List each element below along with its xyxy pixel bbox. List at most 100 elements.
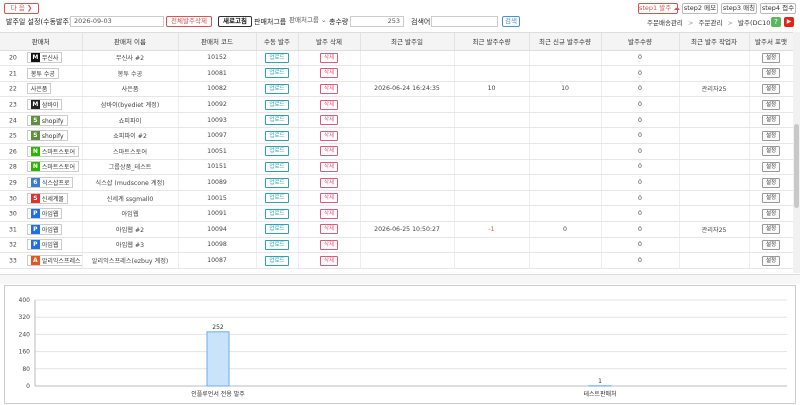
settings-button[interactable]: 설정 bbox=[762, 53, 780, 63]
seller-logo-text: 무신사 bbox=[42, 55, 59, 62]
settings-button[interactable]: 설정 bbox=[762, 256, 780, 266]
seller-logo-text: 아임웹 bbox=[42, 242, 59, 249]
settings-button[interactable]: 설정 bbox=[762, 209, 780, 219]
delete-button[interactable]: 삭제 bbox=[320, 162, 338, 172]
upload-button[interactable]: 업로드 bbox=[265, 240, 288, 250]
delete-button[interactable]: 삭제 bbox=[320, 100, 338, 110]
recent-order-worker bbox=[679, 159, 749, 175]
search-button[interactable]: 검색 bbox=[502, 16, 520, 27]
order-delete-cell: 삭제 bbox=[298, 144, 360, 160]
bar bbox=[207, 332, 229, 386]
table-row: 33A알리익스프레스알리익스프레스(ezbuy 계정)10087업로드삭제0설정 bbox=[0, 253, 793, 269]
step2-memo-button[interactable]: step2 메모 bbox=[682, 3, 718, 14]
order-delete-cell: 삭제 bbox=[298, 50, 360, 66]
breadcrumb-item-order-manage[interactable]: 주문관리 bbox=[699, 19, 723, 27]
seller-name: 아임웹 #2 bbox=[82, 222, 178, 238]
delete-button[interactable]: 삭제 bbox=[320, 256, 338, 266]
table-row: 32P아임웹아임웹 #310098업로드삭제0설정 bbox=[0, 237, 793, 253]
seller-code: 10087 bbox=[178, 253, 256, 269]
seller-logo-text: 스마트스토어 bbox=[42, 149, 75, 156]
table-scrollbar[interactable] bbox=[793, 32, 800, 273]
settings-button[interactable]: 설정 bbox=[762, 224, 780, 234]
manual-order-cell: 업로드 bbox=[256, 159, 298, 175]
order-format-cell: 설정 bbox=[749, 237, 793, 253]
upload-button[interactable]: 업로드 bbox=[265, 256, 288, 266]
upload-button[interactable]: 업로드 bbox=[265, 193, 288, 203]
delete-button[interactable]: 삭제 bbox=[320, 131, 338, 141]
upload-button[interactable]: 업로드 bbox=[265, 115, 288, 125]
search-input[interactable] bbox=[431, 16, 498, 27]
settings-button[interactable]: 설정 bbox=[762, 178, 780, 188]
seller-logo-text: shopify bbox=[42, 133, 64, 140]
upload-button[interactable]: 업로드 bbox=[265, 146, 288, 156]
upload-button[interactable]: 업로드 bbox=[265, 68, 288, 78]
upload-button[interactable]: 업로드 bbox=[265, 53, 288, 63]
seller-cell: 26N스마트스토어 bbox=[0, 144, 82, 160]
step4-receive-button[interactable]: step4 접수 bbox=[760, 3, 796, 14]
delete-all-orders-button[interactable]: 전체발주삭제 bbox=[166, 16, 212, 27]
upload-button[interactable]: 업로드 bbox=[265, 224, 288, 234]
order-qty: 0 bbox=[601, 128, 679, 144]
upload-button[interactable]: 업로드 bbox=[265, 178, 288, 188]
settings-button[interactable]: 설정 bbox=[762, 162, 780, 172]
help-icon[interactable]: ? bbox=[771, 17, 781, 27]
order-delete-cell: 삭제 bbox=[298, 237, 360, 253]
total-qty-label: 총수량 bbox=[329, 17, 348, 27]
recent-order-qty bbox=[454, 112, 529, 128]
seller-name: 쇼피파이 #2 bbox=[82, 128, 178, 144]
step3-matching-button[interactable]: step3 매칭 bbox=[721, 3, 757, 14]
upload-button[interactable]: 업로드 bbox=[265, 209, 288, 219]
delete-button[interactable]: 삭제 bbox=[320, 146, 338, 156]
table-row: 26N스마트스토어스마트스토어10051업로드삭제0설정 bbox=[0, 144, 793, 160]
seller-logo-icon: P bbox=[31, 209, 40, 218]
delete-button[interactable]: 삭제 bbox=[320, 84, 338, 94]
recent-order-date bbox=[360, 237, 454, 253]
next-button[interactable]: 다 음 ❯ bbox=[4, 3, 39, 14]
order-format-cell: 설정 bbox=[749, 81, 793, 97]
row-number: 21 bbox=[9, 70, 17, 77]
order-qty: 0 bbox=[601, 66, 679, 82]
row-number: 28 bbox=[9, 164, 17, 171]
table-row: 24Sshopify쇼피파이10093업로드삭제0설정 bbox=[0, 112, 793, 128]
delete-button[interactable]: 삭제 bbox=[320, 53, 338, 63]
recent-order-qty: -1 bbox=[454, 222, 529, 238]
upload-button[interactable]: 업로드 bbox=[265, 162, 288, 172]
order-date-input[interactable]: 2026-09-03 bbox=[70, 16, 164, 27]
delete-button[interactable]: 삭제 bbox=[320, 240, 338, 250]
seller-logo-text: 봉투 수공 bbox=[31, 71, 55, 78]
settings-button[interactable]: 설정 bbox=[762, 240, 780, 250]
refresh-button[interactable]: 새로고침 bbox=[218, 16, 252, 27]
breadcrumb: 주문배송관리 > 주문관리 > 발주(DC10) bbox=[647, 18, 773, 28]
settings-button[interactable]: 설정 bbox=[762, 68, 780, 78]
settings-button[interactable]: 설정 bbox=[762, 193, 780, 203]
recent-order-date bbox=[360, 206, 454, 222]
seller-logo-text: 알리익스프레스 bbox=[42, 258, 81, 265]
delete-button[interactable]: 삭제 bbox=[320, 209, 338, 219]
upload-button[interactable]: 업로드 bbox=[265, 131, 288, 141]
scrollbar-thumb[interactable] bbox=[794, 124, 799, 208]
seller-cell: 25Sshopify bbox=[0, 128, 82, 144]
settings-button[interactable]: 설정 bbox=[762, 100, 780, 110]
order-format-cell: 설정 bbox=[749, 190, 793, 206]
settings-button[interactable]: 설정 bbox=[762, 146, 780, 156]
upload-button[interactable]: 업로드 bbox=[265, 84, 288, 94]
youtube-icon[interactable]: ▶ bbox=[784, 17, 794, 27]
recent-order-qty bbox=[454, 175, 529, 191]
delete-button[interactable]: 삭제 bbox=[320, 193, 338, 203]
delete-button[interactable]: 삭제 bbox=[320, 178, 338, 188]
upload-button[interactable]: 업로드 bbox=[265, 100, 288, 110]
manual-order-cell: 업로드 bbox=[256, 206, 298, 222]
step1-order-button[interactable]: step1 발주 ☁ bbox=[638, 3, 678, 14]
settings-button[interactable]: 설정 bbox=[762, 131, 780, 141]
delete-button[interactable]: 삭제 bbox=[320, 68, 338, 78]
delete-button[interactable]: 삭제 bbox=[320, 115, 338, 125]
total-qty-value: 253 bbox=[388, 17, 400, 25]
seller-group-select[interactable]: 판매처그룹 ⌄ bbox=[286, 16, 326, 27]
order-qty: 0 bbox=[601, 175, 679, 191]
settings-button[interactable]: 설정 bbox=[762, 84, 780, 94]
seller-cell: 30S신세계몰 bbox=[0, 190, 82, 206]
settings-button[interactable]: 설정 bbox=[762, 115, 780, 125]
breadcrumb-item-order-shipping[interactable]: 주문배송관리 bbox=[647, 19, 683, 27]
delete-button[interactable]: 삭제 bbox=[320, 224, 338, 234]
order-delete-cell: 삭제 bbox=[298, 190, 360, 206]
